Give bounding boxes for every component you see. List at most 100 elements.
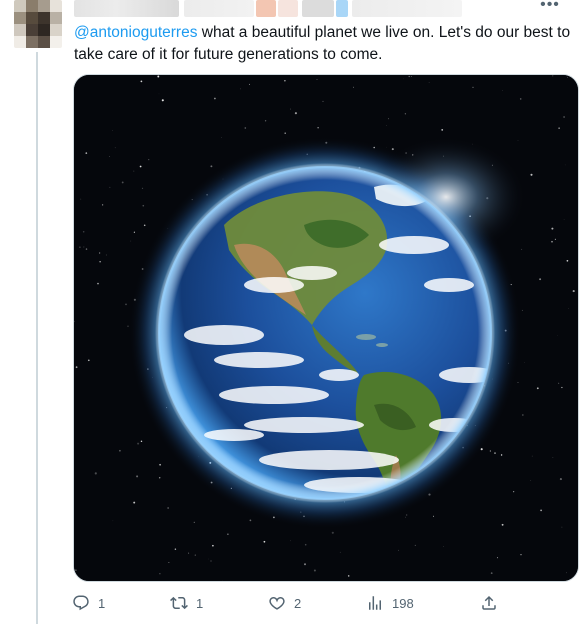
tweet-text: @antonioguterres what a beautiful planet… [74, 22, 574, 66]
star [188, 552, 190, 554]
star [249, 519, 252, 522]
star [133, 231, 135, 233]
star [159, 463, 161, 466]
star [552, 75, 554, 77]
like-icon [260, 586, 294, 620]
star [313, 569, 316, 572]
star [161, 99, 164, 102]
star [540, 509, 542, 512]
star [85, 152, 88, 154]
star [490, 572, 493, 574]
star [563, 116, 566, 118]
star [125, 303, 127, 306]
reply-icon [64, 586, 98, 620]
star [331, 531, 334, 534]
star [140, 80, 143, 83]
star [174, 548, 177, 550]
star [353, 86, 354, 88]
star [513, 491, 515, 493]
star [489, 450, 492, 452]
star [136, 475, 139, 478]
star [133, 501, 136, 504]
mention-link[interactable]: @antonioguterres [74, 24, 197, 41]
star [496, 557, 499, 559]
star [105, 254, 107, 256]
star [141, 187, 144, 189]
views-button[interactable]: 198 [358, 586, 414, 620]
star [221, 137, 223, 138]
star [539, 278, 542, 281]
star [99, 252, 101, 254]
star [99, 261, 101, 263]
star [85, 248, 88, 250]
reply-button[interactable]: 1 [64, 586, 105, 620]
star [75, 569, 77, 571]
star [561, 526, 563, 528]
star [472, 86, 474, 89]
star [406, 514, 408, 516]
star [227, 533, 229, 536]
star [97, 282, 99, 285]
star [158, 477, 161, 479]
star [530, 479, 532, 481]
star [158, 93, 160, 95]
like-count: 2 [294, 595, 302, 611]
star [112, 130, 113, 131]
star [408, 75, 410, 78]
star [405, 516, 406, 518]
star [101, 204, 104, 206]
author-handle-redacted[interactable] [184, 0, 254, 17]
star [410, 76, 412, 77]
star [551, 227, 554, 230]
star [521, 309, 523, 311]
star [168, 562, 170, 563]
star [520, 554, 522, 556]
star [441, 129, 444, 131]
share-button[interactable] [472, 586, 506, 620]
star [339, 551, 341, 553]
star [210, 165, 213, 168]
avatar[interactable] [14, 0, 62, 48]
star [167, 507, 169, 509]
star [316, 79, 318, 81]
retweet-count: 1 [196, 595, 204, 611]
star [536, 387, 539, 390]
tweet[interactable]: ••• @antonioguterres what a beautiful pl… [0, 0, 588, 624]
tweet-header: ••• [74, 0, 559, 18]
views-icon [358, 586, 392, 620]
star [500, 454, 503, 456]
star [284, 132, 286, 134]
star [264, 120, 267, 122]
star [133, 170, 135, 172]
tweet-media[interactable] [73, 74, 579, 582]
star [558, 127, 560, 129]
star [517, 382, 519, 383]
redacted-patch [256, 0, 276, 17]
star [94, 472, 97, 475]
star [159, 573, 161, 575]
star [240, 88, 241, 90]
star [322, 100, 324, 102]
star [347, 575, 350, 577]
star [559, 478, 562, 481]
author-name-redacted[interactable] [74, 0, 179, 17]
star [428, 82, 430, 83]
star [80, 198, 82, 200]
star [387, 118, 390, 120]
star [119, 449, 121, 452]
star [317, 127, 319, 129]
action-bar: 1 1 2 198 [64, 586, 574, 620]
star [290, 540, 291, 542]
star [494, 452, 496, 454]
star [109, 156, 110, 157]
star [248, 83, 250, 85]
like-button[interactable]: 2 [260, 586, 301, 620]
star [284, 80, 286, 82]
star [561, 386, 563, 389]
earth-image [74, 75, 578, 581]
more-options-button[interactable]: ••• [538, 0, 562, 18]
star [524, 362, 525, 363]
share-icon [472, 586, 506, 620]
retweet-button[interactable]: 1 [162, 586, 203, 620]
star [142, 204, 145, 207]
